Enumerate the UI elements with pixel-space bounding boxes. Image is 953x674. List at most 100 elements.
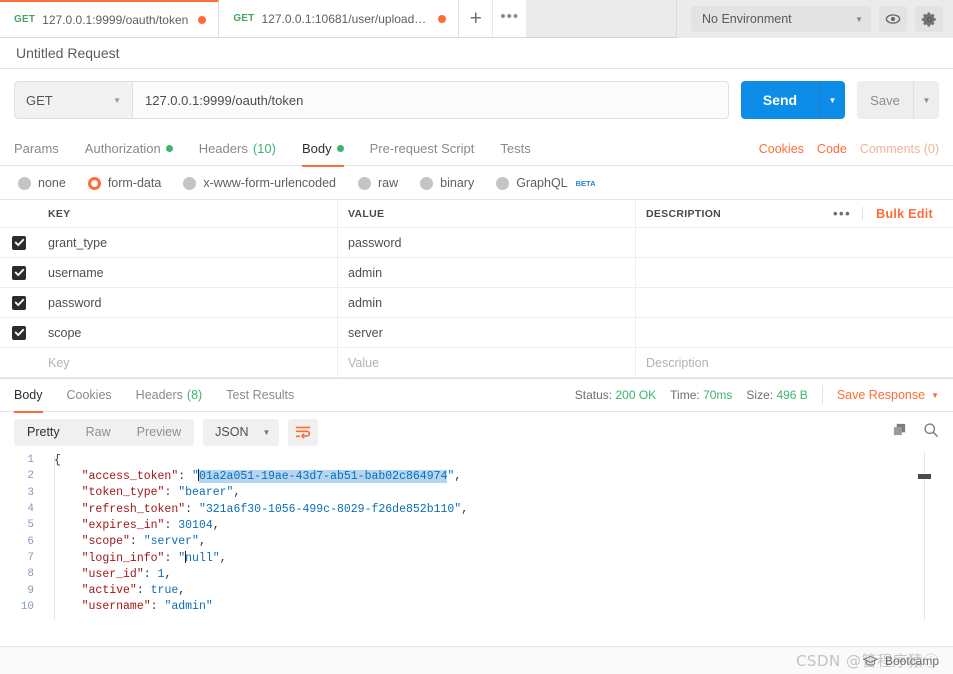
response-tab-headers-count: (8) — [186, 388, 203, 402]
tab-authorization[interactable]: Authorization — [72, 132, 186, 166]
settings-button[interactable] — [915, 6, 943, 32]
bootcamp-button[interactable]: Bootcamp — [862, 654, 939, 668]
row-key[interactable]: scope — [38, 318, 338, 347]
row-checkbox-cell — [0, 258, 38, 287]
new-row-value-input[interactable]: Value — [338, 348, 636, 377]
chevron-down-icon: ▼ — [262, 427, 271, 437]
table-row: grant_type password — [0, 228, 953, 258]
code-link[interactable]: Code — [817, 142, 847, 156]
code-line: 10 "username": "admin" — [0, 599, 953, 615]
environment-controls: No Environment ▼ — [676, 0, 953, 38]
table-row: username admin — [0, 258, 953, 288]
response-tab-cookies[interactable]: Cookies — [55, 378, 124, 412]
response-tab-test-results[interactable]: Test Results — [214, 378, 306, 412]
body-type-binary[interactable]: binary — [420, 176, 474, 190]
save-response-label: Save Response — [836, 388, 926, 402]
row-key[interactable]: username — [38, 258, 338, 287]
view-mode-preview[interactable]: Preview — [124, 419, 194, 446]
http-method-label: GET — [26, 92, 53, 108]
row-description[interactable] — [636, 228, 953, 257]
tab-tests[interactable]: Tests — [487, 132, 543, 166]
radio-icon — [420, 176, 434, 190]
request-tab-label: 127.0.0.1:10681/user/uploadId... — [261, 11, 429, 26]
response-format-bar: Pretty Raw Preview JSON ▼ — [0, 412, 953, 452]
graduation-cap-icon — [862, 655, 878, 666]
size-metric: Size: 496 B — [746, 388, 807, 402]
response-format-selector[interactable]: JSON ▼ — [203, 418, 280, 446]
time-metric: Time: 70ms — [670, 388, 732, 402]
send-button[interactable]: Send — [741, 81, 819, 119]
table-header-value: VALUE — [338, 200, 636, 227]
request-tab-2[interactable]: GET 127.0.0.1:10681/user/uploadId... — [219, 0, 460, 37]
status-value: 200 OK — [615, 388, 657, 402]
save-response-button[interactable]: Save Response ▼ — [821, 385, 939, 405]
environment-quick-look-button[interactable] — [879, 6, 907, 32]
row-checkbox[interactable] — [12, 325, 26, 340]
tab-params[interactable]: Params — [14, 132, 72, 166]
http-method-selector[interactable]: GET ▼ — [14, 81, 132, 119]
line-content: "user_id": 1, — [81, 567, 172, 581]
search-response-button[interactable] — [923, 422, 939, 443]
line-content: "token_type": "bearer", — [81, 486, 241, 500]
body-type-raw-label: raw — [378, 176, 399, 190]
request-title: Untitled Request — [0, 38, 953, 68]
bulk-edit-button[interactable]: Bulk Edit — [863, 207, 933, 221]
url-input[interactable]: 127.0.0.1:9999/oauth/token — [132, 81, 729, 119]
view-mode-raw[interactable]: Raw — [73, 419, 124, 446]
save-button[interactable]: Save — [857, 81, 913, 119]
row-description[interactable] — [636, 258, 953, 287]
comments-link[interactable]: Comments (0) — [860, 142, 939, 156]
row-checkbox[interactable] — [12, 265, 26, 280]
row-value[interactable]: admin — [338, 258, 636, 287]
request-tab-1[interactable]: GET 127.0.0.1:9999/oauth/token — [0, 0, 220, 37]
send-options-button[interactable]: ▼ — [819, 81, 845, 119]
response-scrollbar-thumb[interactable] — [918, 474, 931, 479]
row-value[interactable]: server — [338, 318, 636, 347]
line-number: 8 — [27, 568, 34, 581]
row-key[interactable]: password — [38, 288, 338, 317]
modified-dot-icon — [336, 145, 344, 152]
cookies-link[interactable]: Cookies — [759, 142, 804, 156]
body-type-raw[interactable]: raw — [358, 176, 398, 190]
row-checkbox[interactable] — [12, 295, 26, 310]
row-description[interactable] — [636, 318, 953, 347]
body-type-none[interactable]: none — [18, 176, 66, 190]
request-tab-method: GET — [14, 14, 36, 25]
tab-options-button[interactable]: ••• — [493, 0, 528, 37]
environment-selector[interactable]: No Environment ▼ — [691, 6, 871, 32]
tab-headers[interactable]: Headers (10) — [186, 132, 289, 166]
row-checkbox-cell — [0, 318, 38, 347]
tab-headers-label: Headers — [198, 141, 248, 156]
row-checkbox[interactable] — [12, 235, 26, 250]
table-header-row: KEY VALUE DESCRIPTION ••• Bulk Edit — [0, 200, 953, 228]
tab-authorization-label: Authorization — [84, 141, 161, 156]
copy-response-button[interactable] — [892, 422, 907, 442]
response-tab-body[interactable]: Body — [14, 378, 55, 413]
search-icon — [924, 422, 938, 437]
new-row-key-input[interactable]: Key — [38, 348, 338, 377]
tab-body[interactable]: Body — [289, 132, 357, 167]
row-description[interactable] — [636, 288, 953, 317]
new-tab-button[interactable]: + — [459, 0, 494, 37]
new-row-description-input[interactable]: Description — [636, 348, 953, 377]
table-options-button[interactable]: ••• — [822, 207, 864, 220]
save-options-button[interactable]: ▼ — [913, 81, 939, 119]
response-body-viewer[interactable]: 1{ 2 "access_token": "01a2a051-19ae-43d7… — [0, 452, 953, 620]
tab-pre-request-script[interactable]: Pre-request Script — [357, 132, 488, 166]
status-bar: Bootcamp CSDN @管程序猿ⓘ — [0, 646, 953, 674]
body-type-graphql[interactable]: GraphQL BETA — [496, 176, 596, 190]
row-key[interactable]: grant_type — [38, 228, 338, 257]
tab-body-label: Body — [301, 141, 332, 156]
code-line: 9 "active": true, — [0, 582, 953, 598]
view-mode-pretty[interactable]: Pretty — [14, 419, 73, 446]
response-format-label: JSON — [215, 425, 249, 439]
body-type-urlencoded[interactable]: x-www-form-urlencoded — [183, 176, 336, 190]
word-wrap-button[interactable] — [288, 418, 319, 446]
response-tab-headers[interactable]: Headers (8) — [124, 378, 215, 412]
radio-icon — [18, 176, 31, 190]
eye-icon — [885, 14, 901, 24]
body-type-form-data[interactable]: form-data — [87, 176, 161, 190]
code-line: 2 "access_token": "01a2a051-19ae-43d7-ab… — [0, 468, 953, 484]
row-value[interactable]: admin — [338, 288, 636, 317]
row-value[interactable]: password — [338, 228, 636, 257]
